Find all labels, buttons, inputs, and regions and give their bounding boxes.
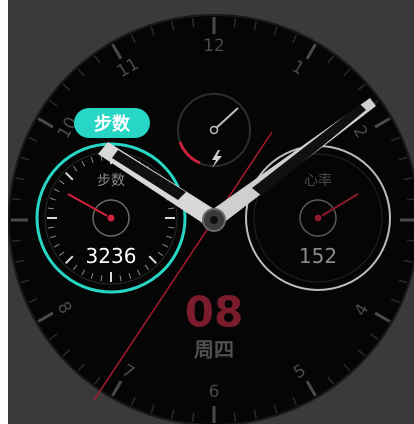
- minute-tick: [12, 198, 22, 201]
- steps-subdial[interactable]: [35, 142, 187, 294]
- minute-tick: [233, 18, 236, 28]
- minute-tick: [233, 412, 236, 422]
- steps-tag-label: 步数: [94, 114, 130, 135]
- hour-12: 12: [203, 36, 225, 56]
- hour-6: 6: [208, 382, 220, 402]
- heart-rate-title: 心率: [304, 173, 332, 189]
- minute-tick: [192, 18, 195, 28]
- date-day: 08: [184, 287, 244, 337]
- steps-tag[interactable]: 步数: [74, 108, 150, 138]
- steps-value: 3236: [85, 244, 137, 268]
- heart-rate-subdial[interactable]: [245, 145, 391, 291]
- minute-tick: [12, 239, 22, 242]
- minute-tick: [406, 239, 414, 242]
- minute-tick: [192, 412, 195, 422]
- watch-face-preview: 12 1 2 4 5 6 7 8 10 11 步数 3236 步数 心率 152…: [0, 0, 414, 424]
- minute-tick: [406, 198, 414, 201]
- date-weekday: 周四: [194, 337, 234, 362]
- steps-title: 步数: [97, 173, 125, 189]
- heart-rate-value: 152: [298, 244, 338, 268]
